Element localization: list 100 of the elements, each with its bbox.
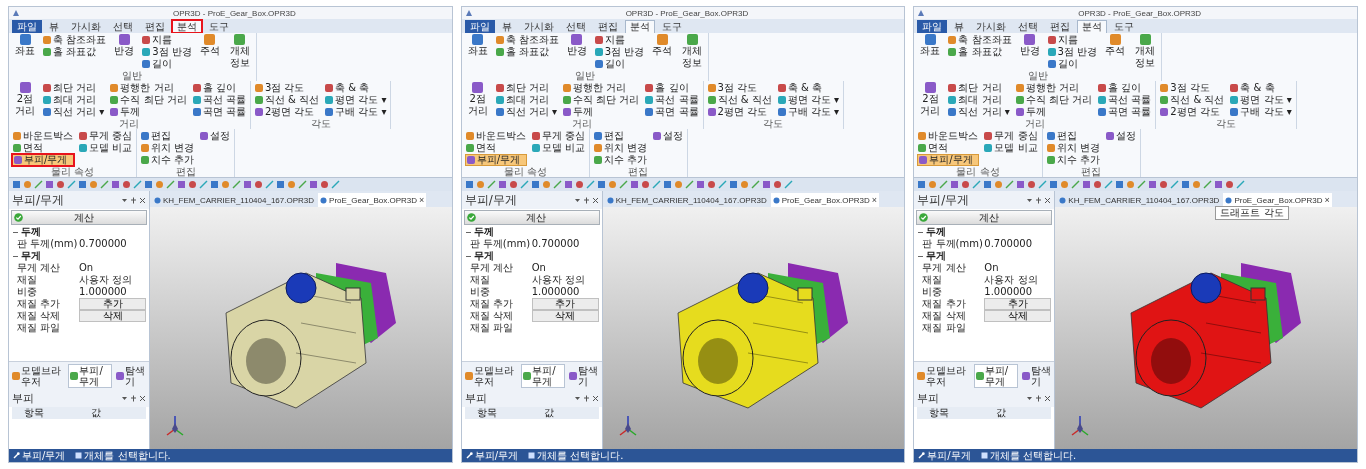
- file-menu-tab[interactable]: 파일: [464, 20, 495, 33]
- dropdown-icon[interactable]: [1026, 196, 1034, 204]
- ribbon-button[interactable]: 부피/무게: [12, 154, 74, 166]
- file-menu-tab[interactable]: 파일: [12, 20, 42, 33]
- calculate-button[interactable]: 계산: [11, 210, 147, 225]
- ribbon-button[interactable]: 직선 거리 ▾: [494, 106, 559, 118]
- column-header[interactable]: 항목: [12, 407, 79, 419]
- ribbon-button[interactable]: 부피/무게: [917, 154, 980, 166]
- property-button[interactable]: 추가: [531, 298, 599, 310]
- ribbon-button[interactable]: 2점 거리: [464, 82, 491, 118]
- panel-tab[interactable]: 부피/무게: [521, 364, 565, 388]
- ribbon-button[interactable]: 위치 변경: [140, 142, 196, 154]
- ribbon-button[interactable]: 평행한 거리: [562, 82, 641, 94]
- panel-tab[interactable]: 모델브라우저: [463, 364, 519, 388]
- ribbon-button[interactable]: 치수 추가: [592, 154, 649, 166]
- ribbon-button[interactable]: 평면 각도 ▾: [776, 94, 841, 106]
- ribbon-button[interactable]: 최단 거리: [42, 82, 106, 94]
- ribbon-tab[interactable]: 선택: [108, 20, 138, 33]
- close-icon[interactable]: ×: [871, 195, 877, 205]
- dropdown-icon[interactable]: [121, 395, 128, 402]
- ribbon-button[interactable]: 홀 깊이: [191, 82, 247, 94]
- ribbon-button[interactable]: 주석: [196, 34, 223, 70]
- close-icon[interactable]: ×: [419, 195, 425, 205]
- ribbon-tab[interactable]: 뷰: [496, 20, 517, 33]
- pin-icon[interactable]: [582, 196, 590, 204]
- ribbon-button[interactable]: 직선 거리 ▾: [42, 106, 106, 118]
- ribbon-button[interactable]: 수직 최단 거리: [109, 94, 188, 106]
- ribbon-button[interactable]: 두께: [1014, 106, 1094, 118]
- ribbon-tab[interactable]: 가시화: [66, 20, 106, 33]
- calculate-button[interactable]: 계산: [463, 210, 600, 225]
- property-button[interactable]: 추가: [79, 298, 146, 310]
- pin-icon[interactable]: [130, 395, 137, 402]
- ribbon-button[interactable]: 반경: [563, 34, 590, 70]
- ribbon-tab[interactable]: 편집: [592, 20, 623, 33]
- ribbon-button[interactable]: 구배 각도 ▾: [776, 106, 841, 118]
- ribbon-button[interactable]: 3점 각도: [706, 82, 773, 94]
- ribbon-button[interactable]: 축 참조좌표: [42, 34, 108, 46]
- ribbon-button[interactable]: 면적: [917, 142, 980, 154]
- ribbon-button[interactable]: 3점 각도: [253, 82, 321, 94]
- ribbon-button[interactable]: 구배 각도 ▾: [1229, 106, 1293, 118]
- panel-tab[interactable]: 탐색기: [568, 364, 600, 388]
- ribbon-button[interactable]: 3점 반경: [1046, 46, 1099, 58]
- ribbon-button[interactable]: 바운드박스: [917, 130, 980, 142]
- property-button[interactable]: 추가: [984, 298, 1052, 310]
- close-icon[interactable]: [139, 395, 146, 402]
- ribbon-button[interactable]: 홀 좌표값: [42, 46, 108, 58]
- ribbon-button[interactable]: 편집: [1045, 130, 1101, 142]
- ribbon-tab[interactable]: 도구: [1109, 20, 1140, 33]
- close-icon[interactable]: [591, 395, 599, 402]
- ribbon-button[interactable]: 모델 비교: [530, 142, 586, 154]
- ribbon-button[interactable]: 홀 깊이: [1097, 82, 1153, 94]
- ribbon-button[interactable]: 지름: [593, 34, 646, 46]
- ribbon-button[interactable]: 개체 정보: [679, 34, 706, 70]
- ribbon-button[interactable]: 편집: [592, 130, 649, 142]
- panel-tab[interactable]: 모델브라우저: [11, 364, 66, 388]
- pin-icon[interactable]: [1035, 395, 1043, 402]
- ribbon-button[interactable]: 곡선 곡률: [191, 94, 247, 106]
- ribbon-button[interactable]: 3점 반경: [141, 46, 193, 58]
- ribbon-button[interactable]: 3점 반경: [593, 46, 646, 58]
- ribbon-button[interactable]: 최단 거리: [494, 82, 559, 94]
- pin-icon[interactable]: [1035, 196, 1043, 204]
- ribbon-button[interactable]: 직선 & 직선: [253, 94, 321, 106]
- ribbon-button[interactable]: 반경: [1016, 34, 1043, 70]
- ribbon-button[interactable]: 반경: [111, 34, 138, 70]
- ribbon-button[interactable]: 축 & 축: [1229, 82, 1293, 94]
- document-tab[interactable]: KH_FEM_CARRIER_110404_167.OPR3D: [1057, 193, 1222, 207]
- ribbon-button[interactable]: 2평면 각도: [706, 106, 773, 118]
- column-header[interactable]: 항목: [464, 407, 532, 419]
- ribbon-tab[interactable]: 선택: [560, 20, 591, 33]
- ribbon-button[interactable]: 주석: [649, 34, 676, 70]
- ribbon-button[interactable]: 홀 깊이: [644, 82, 700, 94]
- dropdown-icon[interactable]: [1026, 395, 1034, 402]
- ribbon-button[interactable]: 치수 추가: [140, 154, 196, 166]
- ribbon-tab[interactable]: 분석: [172, 20, 202, 33]
- close-icon[interactable]: [1044, 196, 1052, 204]
- dropdown-icon[interactable]: [573, 196, 581, 204]
- ribbon-button[interactable]: 지름: [141, 34, 193, 46]
- ribbon-tab[interactable]: 가시화: [971, 20, 1012, 33]
- ribbon-button[interactable]: 수직 최단 거리: [562, 94, 641, 106]
- ribbon-tab[interactable]: 선택: [1013, 20, 1044, 33]
- ribbon-tab[interactable]: 편집: [140, 20, 170, 33]
- column-header[interactable]: 항목: [917, 407, 985, 419]
- ribbon-tab[interactable]: 가시화: [518, 20, 559, 33]
- 3d-viewport[interactable]: [150, 207, 452, 449]
- ribbon-tab[interactable]: 도구: [204, 20, 234, 33]
- ribbon-button[interactable]: 직선 거리 ▾: [947, 106, 1011, 118]
- ribbon-button[interactable]: 평면 각도 ▾: [324, 94, 388, 106]
- ribbon-button[interactable]: 설정: [1104, 130, 1137, 142]
- ribbon-button[interactable]: 축 참조좌표: [494, 34, 560, 46]
- dropdown-icon[interactable]: [121, 196, 128, 204]
- ribbon-tab[interactable]: 편집: [1045, 20, 1076, 33]
- ribbon-button[interactable]: 홀 좌표값: [947, 46, 1013, 58]
- document-tab[interactable]: KH_FEM_CARRIER_110404_167.OPR3D: [604, 193, 769, 207]
- ribbon-button[interactable]: 모델 비교: [983, 142, 1039, 154]
- ribbon-tab[interactable]: 뷰: [949, 20, 970, 33]
- ribbon-button[interactable]: 곡면 곡률: [644, 106, 700, 118]
- ribbon-button[interactable]: 모델 비교: [78, 142, 134, 154]
- ribbon-button[interactable]: 길이: [1046, 58, 1099, 70]
- ribbon-button[interactable]: 평면 각도 ▾: [1229, 94, 1293, 106]
- ribbon-button[interactable]: 무게 중심: [78, 130, 134, 142]
